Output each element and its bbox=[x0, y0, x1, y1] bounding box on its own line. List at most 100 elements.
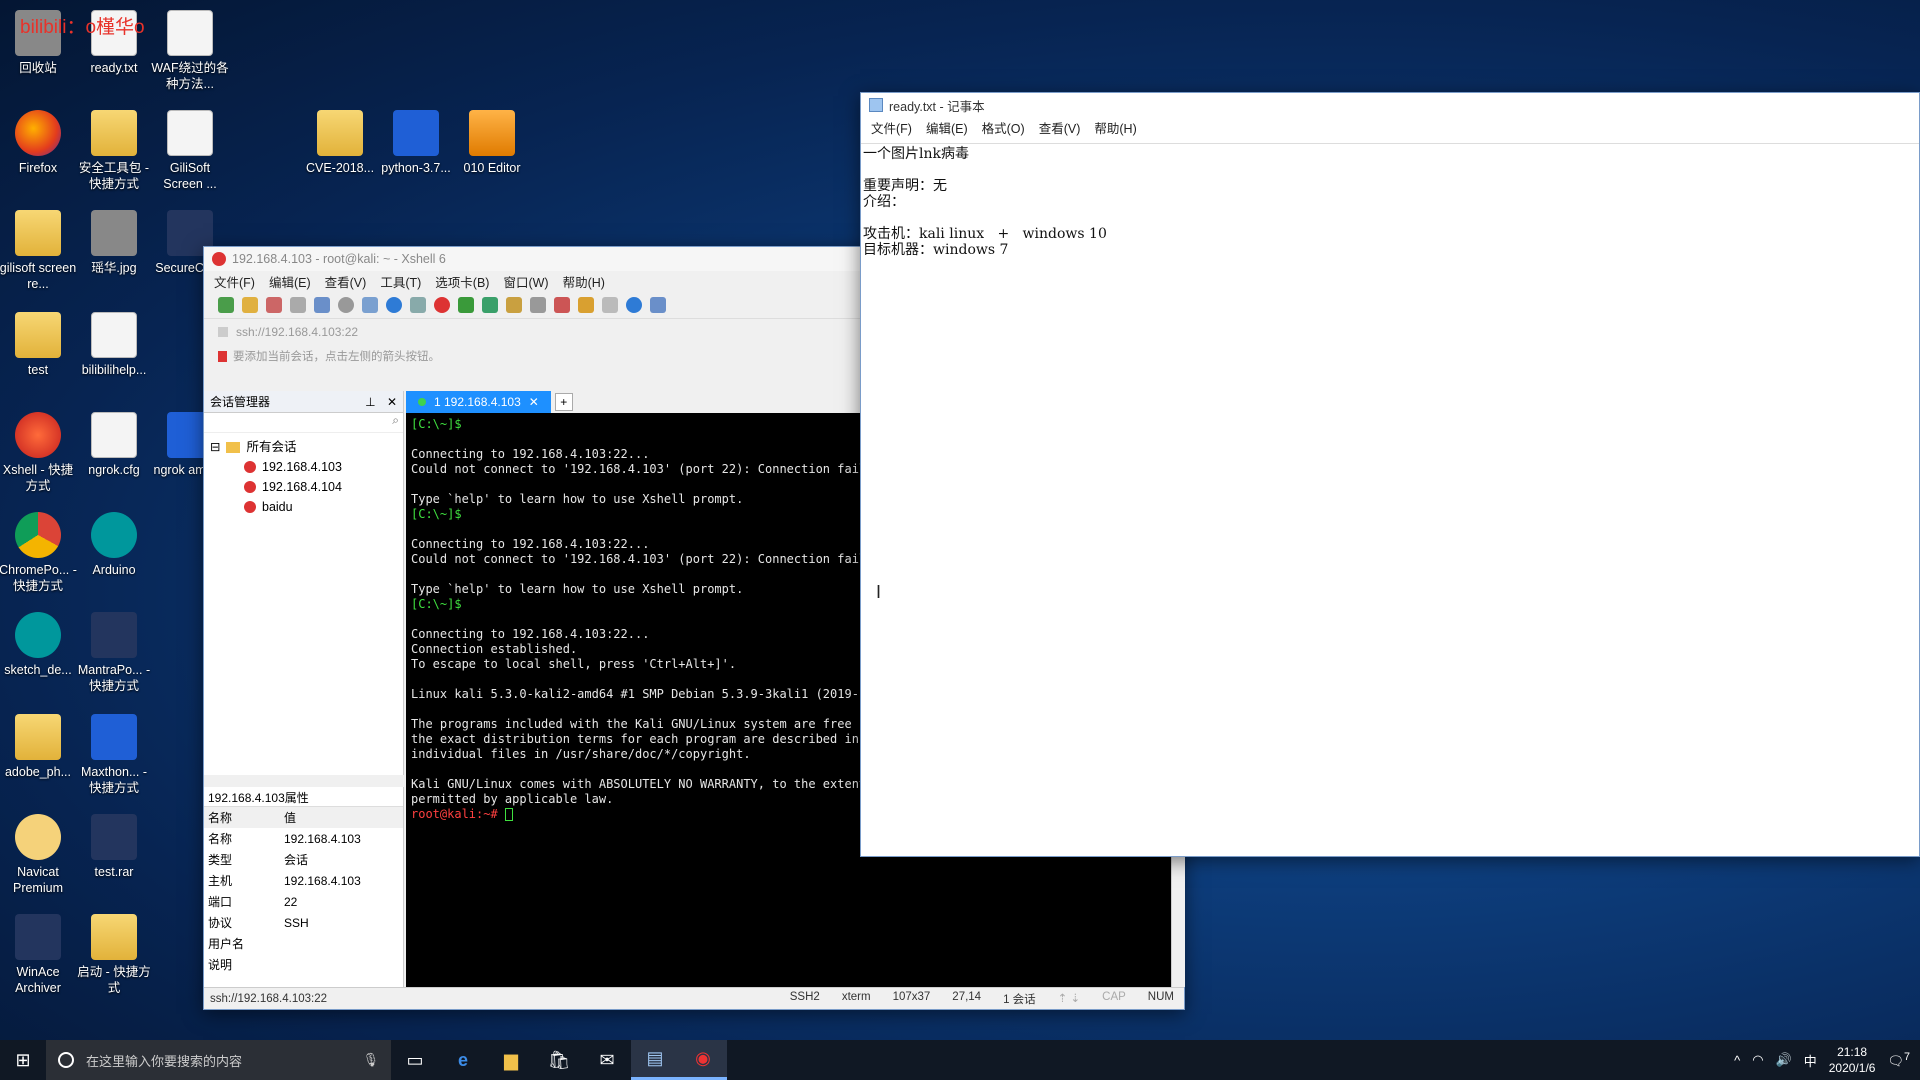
desktop-icon-test[interactable]: test bbox=[0, 312, 78, 378]
tile-icon[interactable] bbox=[602, 296, 618, 313]
desktop-icon-ngrokcfg[interactable]: ngrok.cfg bbox=[74, 412, 154, 478]
chat-icon[interactable] bbox=[650, 296, 666, 313]
desktop-icon-arduino[interactable]: Arduino bbox=[74, 512, 154, 578]
open-folder-icon[interactable] bbox=[242, 296, 258, 313]
keyboard-icon[interactable] bbox=[530, 296, 546, 313]
desktop-icon-gilisoft2[interactable]: gilisoft screen re... bbox=[0, 210, 78, 292]
desktop-icon-cve[interactable]: CVE-2018... bbox=[300, 110, 380, 176]
bookmark-icon bbox=[218, 350, 227, 362]
desktop-icon-maxthon[interactable]: Maxthon... - 快捷方式 bbox=[74, 714, 154, 796]
session-icon bbox=[244, 501, 256, 513]
notepad-app-icon bbox=[869, 98, 883, 112]
taskbar-search[interactable]: 在这里输入你要搜索的内容 🎙 bbox=[46, 1040, 391, 1080]
new-session-icon[interactable] bbox=[218, 296, 234, 313]
tree-root[interactable]: ⊟ 所有会话 bbox=[210, 437, 397, 457]
text-cursor-icon: I bbox=[876, 582, 882, 602]
task-view-button[interactable]: ▭ bbox=[391, 1040, 439, 1080]
xshell-menu-item[interactable]: 帮助(H) bbox=[563, 272, 605, 291]
col-name: 名称 bbox=[208, 811, 233, 825]
add-tab-button[interactable]: + bbox=[554, 393, 573, 411]
arduino-sketch-icon bbox=[15, 612, 61, 658]
desktop-icon-label: bilibilihelp... bbox=[81, 363, 147, 377]
session-icon bbox=[244, 481, 256, 493]
session-search[interactable]: ⌕ bbox=[204, 413, 403, 433]
desktop-icon-testrar[interactable]: test.rar bbox=[74, 814, 154, 880]
tab-session[interactable]: 1 192.168.4.103 ✕ bbox=[406, 391, 551, 413]
disconnect-icon[interactable] bbox=[266, 296, 282, 313]
explorer-button[interactable]: ▆ bbox=[487, 1040, 535, 1080]
desktop-icon-waf[interactable]: WAF绕过的各种方法... bbox=[150, 10, 230, 92]
desktop-icon-python[interactable]: python-3.7... bbox=[376, 110, 456, 176]
desktop-icon-editor010[interactable]: 010 Editor bbox=[452, 110, 532, 176]
xmanager-icon[interactable] bbox=[458, 296, 474, 313]
notepad-menu-item[interactable]: 格式(O) bbox=[982, 118, 1025, 137]
desktop-icon-startup[interactable]: 启动 - 快捷方式 bbox=[74, 914, 154, 996]
desktop-icon-navicat[interactable]: Navicat Premium bbox=[0, 814, 78, 896]
help-icon[interactable] bbox=[626, 296, 642, 313]
ime-indicator[interactable]: 中 bbox=[1804, 1051, 1817, 1070]
file-icon bbox=[167, 110, 213, 156]
session-item[interactable]: baidu bbox=[210, 497, 397, 517]
globe-icon[interactable] bbox=[386, 296, 402, 313]
folder-shortcut-icon bbox=[91, 110, 137, 156]
chevron-up-icon[interactable]: ^ bbox=[1734, 1053, 1740, 1068]
compose-icon[interactable] bbox=[578, 296, 594, 313]
xshell-menu-item[interactable]: 文件(F) bbox=[214, 272, 255, 291]
xshell-menu-item[interactable]: 窗口(W) bbox=[503, 272, 548, 291]
desktop-icon-xshell[interactable]: Xshell - 快捷方式 bbox=[0, 412, 78, 494]
notepad-menu-item[interactable]: 帮助(H) bbox=[1094, 118, 1136, 137]
desktop-icon-mantra[interactable]: MantraPo... - 快捷方式 bbox=[74, 612, 154, 694]
desktop-icon-chrome[interactable]: ChromePo... - 快捷方式 bbox=[0, 512, 78, 594]
notepad-menu-item[interactable]: 编辑(E) bbox=[926, 118, 968, 137]
notepad-menu-item[interactable]: 查看(V) bbox=[1039, 118, 1081, 137]
search-placeholder: 在这里输入你要搜索的内容 bbox=[86, 1053, 243, 1069]
volume-icon[interactable]: 🔊 bbox=[1776, 1052, 1792, 1068]
xshell-menu-item[interactable]: 工具(T) bbox=[380, 272, 421, 291]
desktop-icon-adobe[interactable]: adobe_ph... bbox=[0, 714, 78, 780]
session-item[interactable]: 192.168.4.104 bbox=[210, 477, 397, 497]
status-num: NUM bbox=[1147, 990, 1174, 1003]
edge-button[interactable]: e bbox=[439, 1040, 487, 1080]
reconnect-icon[interactable] bbox=[290, 296, 306, 313]
fullscreen-icon[interactable] bbox=[482, 296, 498, 313]
desktop-icon-label: 010 Editor bbox=[463, 161, 521, 175]
xshell-task-button[interactable]: ◉ bbox=[679, 1040, 727, 1080]
session-item[interactable]: 192.168.4.103 bbox=[210, 457, 397, 477]
xshell-menu-item[interactable]: 选项卡(B) bbox=[435, 272, 489, 291]
layout-icon[interactable] bbox=[362, 296, 378, 313]
font-icon[interactable] bbox=[410, 296, 426, 313]
desktop-icon-gilisoft[interactable]: GiliSoft Screen ... bbox=[150, 110, 230, 192]
script-icon[interactable] bbox=[554, 296, 570, 313]
desktop-icon-firefox[interactable]: Firefox bbox=[0, 110, 78, 176]
xshell-menu-item[interactable]: 查看(V) bbox=[325, 272, 367, 291]
store-button[interactable]: 🛍 bbox=[535, 1040, 583, 1080]
notification-icon[interactable]: 🗨7 bbox=[1887, 1051, 1910, 1069]
network-icon[interactable]: ◠ bbox=[1752, 1052, 1763, 1068]
xftp-icon[interactable] bbox=[434, 296, 450, 313]
lock-icon[interactable] bbox=[506, 296, 522, 313]
desktop-icon-yaohua[interactable]: 瑶华.jpg bbox=[74, 210, 154, 276]
collapse-icon[interactable]: ⊟ bbox=[210, 437, 220, 457]
notepad-window: ready.txt - 记事本 文件(F) 编辑(E) 格式(O) 查看(V) 帮助(H… bbox=[860, 92, 1920, 857]
notepad-menu-item[interactable]: 文件(F) bbox=[871, 118, 912, 137]
find-icon[interactable] bbox=[338, 296, 354, 313]
desktop-icon-bilibilihelp[interactable]: bilibilihelp... bbox=[74, 312, 154, 378]
clock[interactable]: 21:18 2020/1/6 bbox=[1829, 1044, 1876, 1076]
xshell-menu-item[interactable]: 编辑(E) bbox=[269, 272, 311, 291]
start-button[interactable]: ⊞ bbox=[0, 1040, 46, 1080]
hint-text: 要添加当前会话，点击左侧的箭头按钮。 bbox=[233, 351, 440, 363]
desktop-icon-safety[interactable]: 安全工具包 - 快捷方式 bbox=[74, 110, 154, 192]
desktop-icon-winace[interactable]: WinAce Archiver bbox=[0, 914, 78, 996]
winace-icon bbox=[15, 914, 61, 960]
mail-button[interactable]: ✉ bbox=[583, 1040, 631, 1080]
transfer-icon[interactable] bbox=[314, 296, 330, 313]
microphone-icon[interactable]: 🎙 bbox=[362, 1052, 379, 1068]
close-icon[interactable]: ✕ bbox=[387, 395, 397, 409]
notepad-task-button[interactable]: ▤ bbox=[631, 1040, 679, 1080]
notepad-titlebar[interactable]: ready.txt - 记事本 bbox=[861, 93, 1919, 117]
desktop-icon-sketch[interactable]: sketch_de... bbox=[0, 612, 78, 678]
tab-close-icon[interactable]: ✕ bbox=[529, 395, 539, 409]
pin-icon[interactable]: ⊥ bbox=[365, 395, 375, 409]
session-manager-title: 会话管理器 bbox=[210, 395, 271, 409]
notepad-editor[interactable]: 一个图片lnk病毒 重要声明：无 介绍： 攻击机：kali linux + wi… bbox=[861, 143, 1919, 856]
